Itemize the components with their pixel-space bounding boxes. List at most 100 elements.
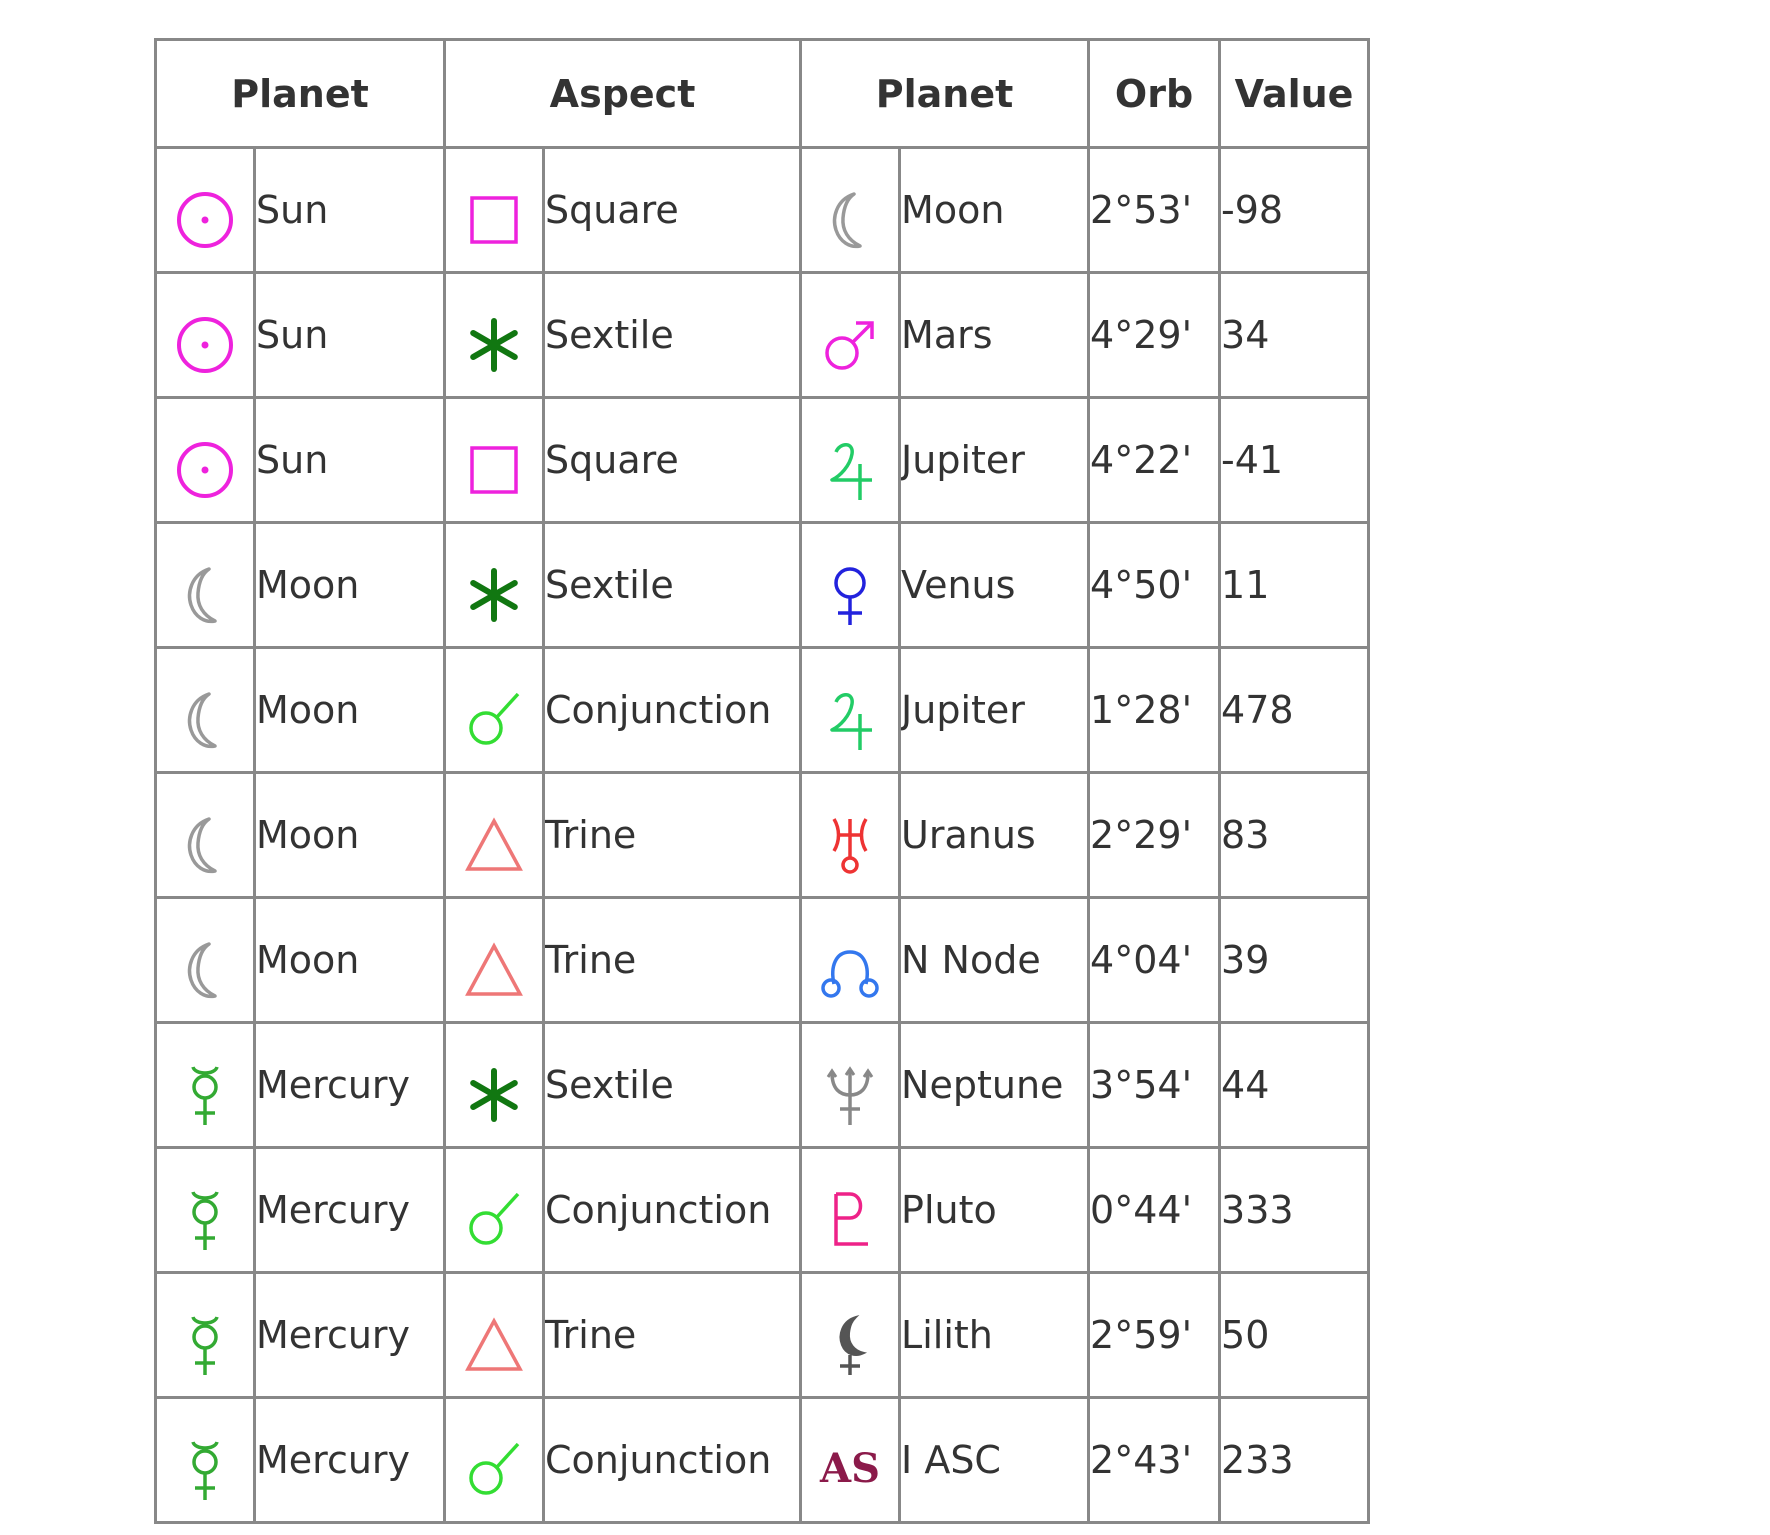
- planet-1-name: Sun: [252, 271, 447, 399]
- planet-1-name: Moon: [252, 521, 447, 649]
- aspect-name: Square: [542, 146, 803, 274]
- ascendant-glyph-text: AS: [819, 1445, 880, 1492]
- sun-icon: [154, 271, 256, 399]
- sextile-aspect-icon: [443, 521, 546, 649]
- planet-2-name: Venus: [898, 521, 1091, 649]
- trine-aspect-icon: [443, 771, 546, 899]
- square-aspect-icon: [443, 146, 546, 274]
- orb-value: 3°54': [1087, 1021, 1222, 1149]
- sextile-aspect-icon: [443, 1021, 546, 1149]
- table-row: Sun Square Moon 2°53' -98: [154, 146, 1371, 274]
- orb-value: 0°44': [1087, 1146, 1222, 1274]
- header-orb: Orb: [1087, 38, 1222, 149]
- jupiter-icon: [799, 396, 902, 524]
- orb-value: 4°22': [1087, 396, 1222, 524]
- uranus-icon: [799, 771, 902, 899]
- jupiter-icon: [799, 646, 902, 774]
- planet-1-name: Mercury: [252, 1396, 447, 1524]
- planet-1-name: Mercury: [252, 1271, 447, 1399]
- planet-2-name: Jupiter: [898, 396, 1091, 524]
- planet-2-name: Neptune: [898, 1021, 1091, 1149]
- planet-1-name: Moon: [252, 771, 447, 899]
- conjunction-aspect-icon: [443, 646, 546, 774]
- table-row: Mercury Trine Lilith 2°59' 50: [154, 1271, 1371, 1399]
- mercury-icon: [154, 1146, 256, 1274]
- header-aspect: Aspect: [443, 38, 803, 149]
- mercury-icon: [154, 1021, 256, 1149]
- aspect-value: 83: [1218, 771, 1371, 899]
- planet-2-name: Moon: [898, 146, 1091, 274]
- table-row: Mercury Sextile Neptune 3°54' 44: [154, 1021, 1371, 1149]
- table-row: Mercury Conjunction AS I ASC 2°43' 233: [154, 1396, 1371, 1524]
- orb-value: 2°29': [1087, 771, 1222, 899]
- mercury-icon: [154, 1271, 256, 1399]
- sun-icon: [154, 146, 256, 274]
- orb-value: 1°28': [1087, 646, 1222, 774]
- planet-2-name: Uranus: [898, 771, 1091, 899]
- aspect-name: Sextile: [542, 271, 803, 399]
- pluto-icon: [799, 1146, 902, 1274]
- moon-icon: [154, 771, 256, 899]
- aspects-table: Planet Aspect Planet Orb Value Sun Square…: [153, 38, 1371, 1524]
- planet-2-name: Mars: [898, 271, 1091, 399]
- planet-1-name: Mercury: [252, 1146, 447, 1274]
- sextile-aspect-icon: [443, 271, 546, 399]
- aspect-name: Sextile: [542, 521, 803, 649]
- planet-2-name: Lilith: [898, 1271, 1091, 1399]
- moon-icon: [154, 896, 256, 1024]
- planet-2-name: Pluto: [898, 1146, 1091, 1274]
- table-row: Moon Conjunction Jupiter 1°28' 478: [154, 646, 1371, 774]
- planet-1-name: Moon: [252, 896, 447, 1024]
- aspect-name: Conjunction: [542, 1146, 803, 1274]
- aspect-name: Trine: [542, 896, 803, 1024]
- table-row: Sun Square Jupiter 4°22' -41: [154, 396, 1371, 524]
- header-value: Value: [1218, 38, 1371, 149]
- sun-icon: [154, 396, 256, 524]
- aspect-value: 44: [1218, 1021, 1371, 1149]
- square-aspect-icon: [443, 396, 546, 524]
- table-row: Mercury Conjunction Pluto 0°44' 333: [154, 1146, 1371, 1274]
- moon-icon: [154, 646, 256, 774]
- aspect-name: Conjunction: [542, 1396, 803, 1524]
- aspect-value: 50: [1218, 1271, 1371, 1399]
- north-node-icon: [799, 896, 902, 1024]
- header-planet-2: Planet: [799, 38, 1091, 149]
- planet-1-name: Sun: [252, 396, 447, 524]
- orb-value: 2°53': [1087, 146, 1222, 274]
- orb-value: 4°29': [1087, 271, 1222, 399]
- mars-icon: [799, 271, 902, 399]
- venus-icon: [799, 521, 902, 649]
- aspect-name: Square: [542, 396, 803, 524]
- moon-icon: [799, 146, 902, 274]
- aspect-value: -41: [1218, 396, 1371, 524]
- conjunction-aspect-icon: [443, 1146, 546, 1274]
- aspect-value: 333: [1218, 1146, 1371, 1274]
- orb-value: 4°50': [1087, 521, 1222, 649]
- ascendant-icon: AS: [799, 1396, 902, 1524]
- orb-value: 2°59': [1087, 1271, 1222, 1399]
- planet-1-name: Moon: [252, 646, 447, 774]
- planet-2-name: I ASC: [898, 1396, 1091, 1524]
- aspect-value: 478: [1218, 646, 1371, 774]
- trine-aspect-icon: [443, 896, 546, 1024]
- aspect-value: 39: [1218, 896, 1371, 1024]
- table-row: Moon Sextile Venus 4°50' 11: [154, 521, 1371, 649]
- header-planet-1: Planet: [153, 38, 447, 149]
- table-row: Moon Trine N Node 4°04' 39: [154, 896, 1371, 1024]
- lilith-icon: [799, 1271, 902, 1399]
- planet-1-name: Mercury: [252, 1021, 447, 1149]
- aspect-name: Trine: [542, 771, 803, 899]
- table-row: Moon Trine Uranus 2°29' 83: [154, 771, 1371, 899]
- aspects-table-container: Planet Aspect Planet Orb Value Sun Square…: [153, 38, 1371, 1524]
- aspect-value: 233: [1218, 1396, 1371, 1524]
- aspect-name: Conjunction: [542, 646, 803, 774]
- aspect-name: Sextile: [542, 1021, 803, 1149]
- trine-aspect-icon: [443, 1271, 546, 1399]
- table-row: Sun Sextile Mars 4°29' 34: [154, 271, 1371, 399]
- conjunction-aspect-icon: [443, 1396, 546, 1524]
- moon-icon: [154, 521, 256, 649]
- mercury-icon: [154, 1396, 256, 1524]
- planet-2-name: N Node: [898, 896, 1091, 1024]
- table-header-row: Planet Aspect Planet Orb Value: [153, 38, 1371, 149]
- planet-2-name: Jupiter: [898, 646, 1091, 774]
